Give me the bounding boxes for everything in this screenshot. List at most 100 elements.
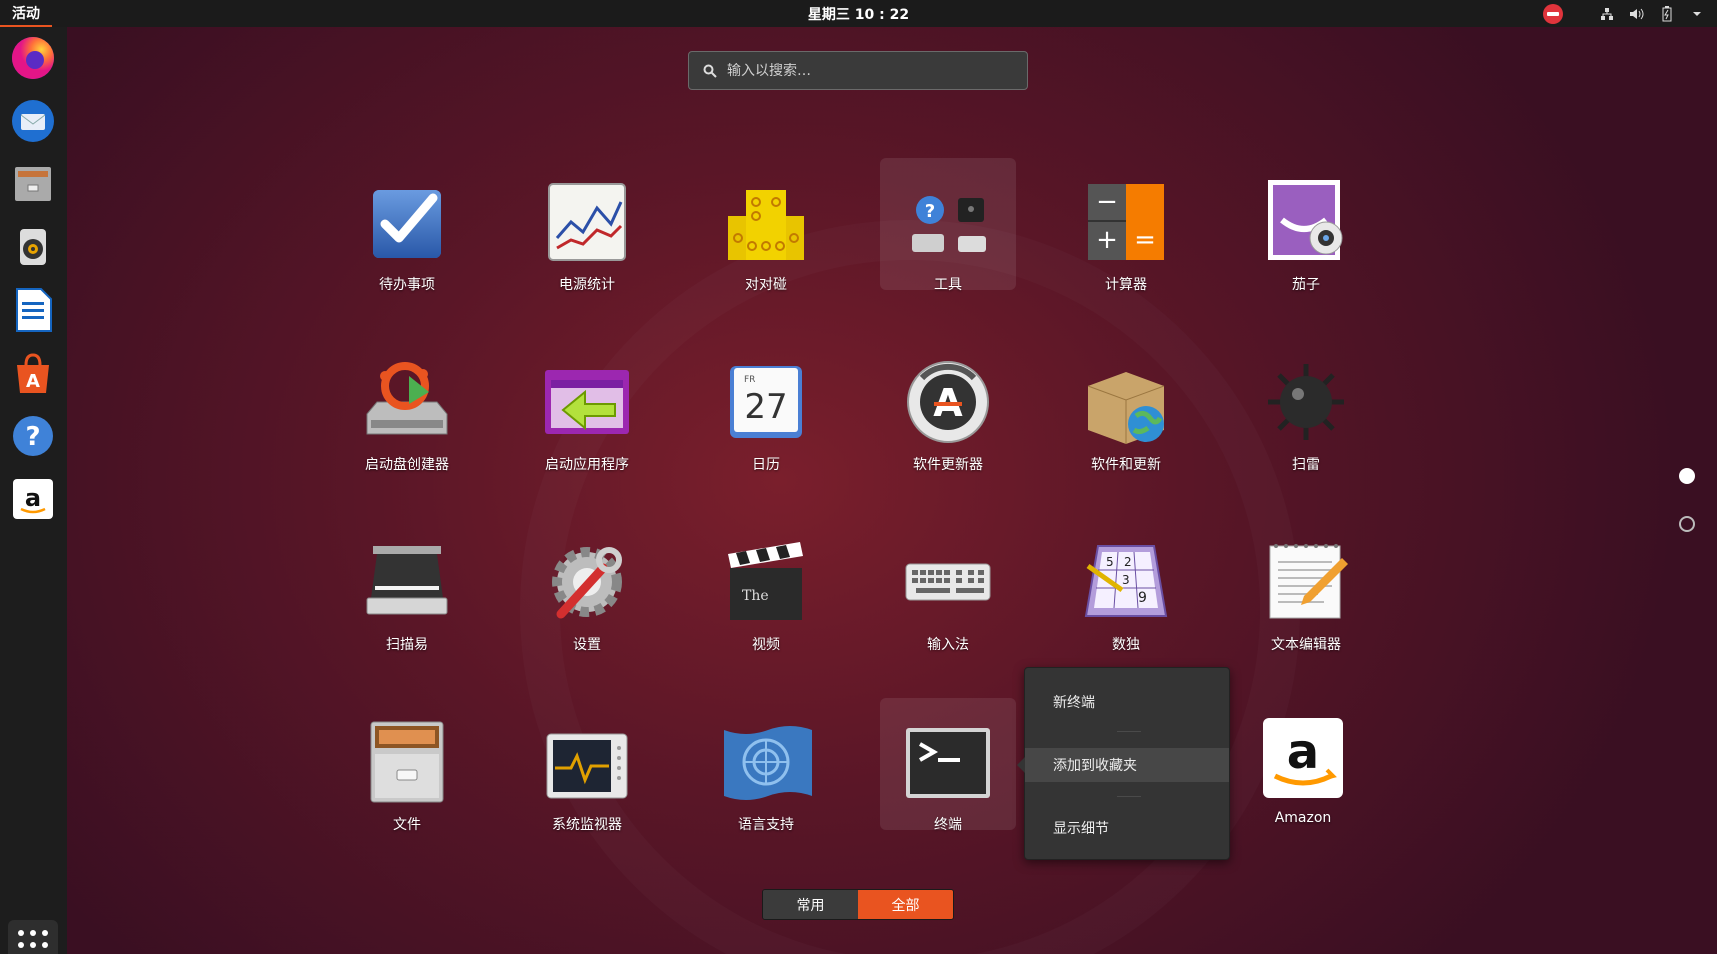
do-not-disturb-icon[interactable] bbox=[1543, 3, 1563, 24]
app-software-updater[interactable]: A 软件更新器 bbox=[880, 338, 1016, 473]
battery-icon[interactable] bbox=[1659, 5, 1675, 22]
page-indicator-1[interactable] bbox=[1679, 468, 1695, 484]
libreoffice-writer-icon[interactable] bbox=[9, 286, 57, 334]
svg-text:+: + bbox=[1096, 225, 1118, 255]
sudoku-digit: 2 bbox=[1124, 555, 1132, 569]
activities-button[interactable]: 活动 bbox=[0, 0, 52, 27]
input-method-icon bbox=[902, 536, 994, 628]
app-label: 数独 bbox=[1112, 637, 1140, 653]
app-simple-scan[interactable]: 扫描易 bbox=[339, 518, 475, 653]
sudoku-digit: 3 bbox=[1122, 573, 1130, 587]
svg-text:?: ? bbox=[925, 201, 935, 222]
search-icon bbox=[703, 64, 717, 78]
rhythmbox-icon[interactable] bbox=[9, 223, 57, 271]
app-label: 输入法 bbox=[927, 637, 969, 653]
app-power-statistics[interactable]: 电源统计 bbox=[519, 158, 655, 293]
thunderbird-icon[interactable] bbox=[9, 97, 57, 145]
svg-text:a: a bbox=[1287, 724, 1319, 780]
svg-text:=: = bbox=[1134, 225, 1156, 255]
amazon-icon[interactable]: a bbox=[9, 475, 57, 523]
menu-separator bbox=[1117, 731, 1141, 732]
all-tab[interactable]: 全部 bbox=[858, 890, 953, 919]
app-swell-foop[interactable]: 对对碰 bbox=[698, 158, 834, 293]
software-updater-icon: A bbox=[902, 356, 994, 448]
search-input[interactable] bbox=[727, 62, 1007, 79]
app-label: 软件更新器 bbox=[913, 457, 983, 473]
app-settings[interactable]: 设置 bbox=[519, 518, 655, 653]
chevron-down-icon[interactable] bbox=[1689, 6, 1705, 22]
menu-separator bbox=[1117, 796, 1141, 797]
calendar-icon: FR 27 bbox=[720, 356, 812, 448]
app-label: 计算器 bbox=[1105, 277, 1147, 293]
clock[interactable]: 星期三 10 : 22 bbox=[808, 4, 909, 24]
app-label: 启动应用程序 bbox=[545, 457, 629, 473]
swell-foop-icon bbox=[720, 176, 812, 268]
app-startup-applications[interactable]: 启动应用程序 bbox=[519, 338, 655, 473]
app-mines[interactable]: 扫雷 bbox=[1238, 338, 1374, 473]
top-bar: 活动 星期三 10 : 22 bbox=[0, 0, 1717, 27]
videos-icon: The bbox=[720, 536, 812, 628]
search-box[interactable] bbox=[688, 51, 1028, 90]
app-utilities-folder[interactable]: ? 工具 bbox=[880, 158, 1016, 293]
files-icon bbox=[361, 716, 453, 808]
app-software-properties[interactable]: 软件和更新 bbox=[1058, 338, 1194, 473]
svg-text:The: The bbox=[742, 588, 769, 604]
app-label: 工具 bbox=[934, 277, 962, 293]
app-language-support[interactable]: 语言支持 bbox=[698, 698, 834, 833]
app-cheese[interactable]: 茄子 bbox=[1238, 158, 1374, 293]
app-files[interactable]: 文件 bbox=[339, 698, 475, 833]
app-label: 日历 bbox=[752, 457, 780, 473]
app-label: Amazon bbox=[1274, 810, 1332, 826]
system-tray[interactable] bbox=[1543, 0, 1705, 27]
app-label: 语言支持 bbox=[738, 817, 794, 833]
help-icon[interactable]: ? bbox=[9, 412, 57, 460]
sudoku-digit: 5 bbox=[1106, 555, 1114, 569]
simple-scan-icon bbox=[361, 536, 453, 628]
startup-applications-icon bbox=[541, 356, 633, 448]
menu-item-show-details[interactable]: 显示细节 bbox=[1025, 811, 1229, 845]
app-amazon[interactable]: a Amazon bbox=[1235, 698, 1371, 830]
svg-text:−: − bbox=[1096, 187, 1118, 217]
app-system-monitor[interactable]: 系统监视器 bbox=[519, 698, 655, 833]
menu-item-add-to-favorites[interactable]: 添加到收藏夹 bbox=[1025, 748, 1229, 782]
app-label: 系统监视器 bbox=[552, 817, 622, 833]
app-videos[interactable]: The 视频 bbox=[698, 518, 834, 653]
utilities-folder-icon: ? bbox=[902, 176, 994, 268]
app-label: 扫雷 bbox=[1292, 457, 1320, 473]
firefox-icon[interactable] bbox=[9, 34, 57, 82]
app-todo[interactable]: 待办事项 bbox=[339, 158, 475, 293]
file-cabinet-icon[interactable] bbox=[9, 160, 57, 208]
svg-text:a: a bbox=[25, 484, 41, 512]
frequent-tab[interactable]: 常用 bbox=[763, 890, 858, 919]
app-input-method[interactable]: 输入法 bbox=[880, 518, 1016, 653]
app-text-editor[interactable]: 文本编辑器 bbox=[1238, 518, 1374, 653]
startup-disk-creator-icon bbox=[361, 356, 453, 448]
sudoku-digit: 9 bbox=[1138, 590, 1147, 606]
app-label: 茄子 bbox=[1292, 277, 1320, 293]
svg-text:?: ? bbox=[25, 422, 40, 452]
app-label: 电源统计 bbox=[559, 277, 615, 293]
calendar-date-text: 27 bbox=[744, 387, 787, 427]
settings-icon bbox=[541, 536, 633, 628]
show-applications-button[interactable] bbox=[8, 920, 58, 954]
terminal-icon bbox=[902, 716, 994, 808]
app-startup-disk-creator[interactable]: 启动盘创建器 bbox=[339, 338, 475, 473]
app-label: 终端 bbox=[934, 817, 962, 833]
app-label: 对对碰 bbox=[745, 277, 787, 293]
app-label: 扫描易 bbox=[386, 637, 428, 653]
app-sudoku[interactable]: 52 39 数独 bbox=[1058, 518, 1194, 653]
page-indicator-2[interactable] bbox=[1679, 516, 1695, 532]
app-label: 视频 bbox=[752, 637, 780, 653]
calendar-day-text: FR bbox=[744, 375, 755, 385]
system-monitor-icon bbox=[541, 716, 633, 808]
app-label: 文本编辑器 bbox=[1271, 637, 1341, 653]
app-calculator[interactable]: − + = 计算器 bbox=[1058, 158, 1194, 293]
mines-icon bbox=[1260, 356, 1352, 448]
volume-icon[interactable] bbox=[1629, 6, 1645, 22]
app-label: 软件和更新 bbox=[1091, 457, 1161, 473]
network-icon[interactable] bbox=[1599, 6, 1615, 22]
app-terminal[interactable]: 终端 bbox=[880, 698, 1016, 833]
app-calendar[interactable]: FR 27 日历 bbox=[698, 338, 834, 473]
ubuntu-software-icon[interactable]: A bbox=[9, 349, 57, 397]
menu-item-new-terminal[interactable]: 新终端 bbox=[1025, 685, 1229, 719]
